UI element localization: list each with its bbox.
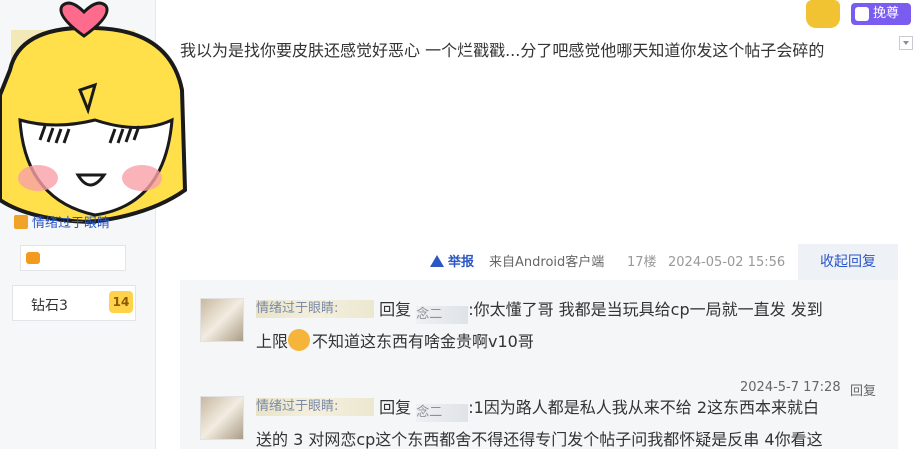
report-label[interactable]: 举报 [448, 255, 474, 270]
reply-text: 情绪过于眼睛: 回复 念二:你太懂了哥 我都是当玩具给cp一局就一直发 发到 上… [256, 294, 878, 358]
vip-badge[interactable]: 挽尊 [851, 3, 911, 25]
reply-avatar[interactable] [200, 396, 244, 440]
post-source[interactable]: 来自Android客户端 [489, 254, 604, 272]
vip-badge-label: 挽尊 [873, 6, 900, 21]
author-sidebar: 情绪过于眼睛 钻石3 14 [0, 0, 188, 449]
reply-text: 情绪过于眼睛: 回复 念二:1因为路人都是私人我从来不给 2这东西本来就白 送的… [256, 392, 878, 456]
reply-text-part1: :你太懂了哥 我都是当玩具给cp一局就一直发 发到 [468, 300, 823, 319]
reply-text-part1: :1因为路人都是私人我从来不给 2这东西本来就白 [468, 398, 820, 417]
reply-word: 回复 [379, 398, 412, 417]
diamond-label: 钻石3 [31, 298, 68, 314]
vip-hand-icon [855, 7, 869, 21]
warning-icon [430, 255, 444, 267]
diamond-level-badge: 14 [109, 291, 133, 313]
post-content: 我以为是找你要皮肤还感觉好恶心 一个烂戳戳...分了吧感觉他哪天知道你发这个帖子… [180, 41, 825, 60]
diamond-rank[interactable]: 钻石3 14 [12, 285, 136, 321]
badge-box[interactable] [20, 245, 126, 271]
post-floor: 17楼 [627, 255, 657, 270]
reply-text-part2: 送的 3 对网恋cp这个东西都舍不得还得专门发个帖子问我都怀疑是反串 4你看这 [256, 430, 823, 449]
user-level-icon [14, 215, 28, 229]
post-date: 2024-05-02 15:56 [668, 255, 786, 270]
reply-text-part2: 上限 [256, 332, 289, 351]
reply-mention[interactable]: 念二 [416, 404, 469, 422]
reply-user-name[interactable]: 情绪过于眼睛: [256, 398, 374, 416]
badge-icon [26, 252, 40, 264]
collapse-replies-button[interactable]: 收起回复 [798, 244, 898, 280]
reply-word: 回复 [379, 300, 412, 319]
crown-icon[interactable] [806, 0, 840, 28]
report-link[interactable]: 举报 [430, 254, 474, 272]
reply-text-part3: 不知道这东西有啥金贵啊v10哥 [312, 332, 534, 351]
reply-user-name[interactable]: 情绪过于眼睛: [256, 300, 374, 318]
reply-panel: 情绪过于眼睛: 回复 念二:你太懂了哥 我都是当玩具给cp一局就一直发 发到 上… [180, 280, 898, 449]
author-name[interactable]: 情绪过于眼睛 [14, 212, 134, 232]
reply-mention[interactable]: 念二 [416, 306, 469, 324]
author-avatar[interactable] [0, 0, 190, 230]
reply-avatar[interactable] [200, 298, 244, 342]
post-menu-button[interactable] [899, 36, 913, 50]
smile-emoji-icon [288, 329, 311, 351]
author-name-text[interactable]: 情绪过于眼睛 [32, 216, 110, 231]
